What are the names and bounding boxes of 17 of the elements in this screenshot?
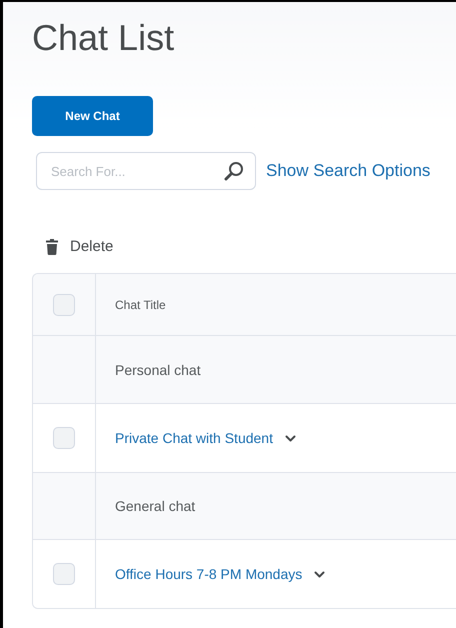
column-header: Chat Title <box>115 298 166 312</box>
show-search-options-link[interactable]: Show Search Options <box>266 161 430 181</box>
chevron-down-icon[interactable] <box>284 434 296 442</box>
search-field[interactable]: Search For... <box>36 152 256 190</box>
row-checkbox[interactable] <box>53 563 75 585</box>
delete-button[interactable]: Delete <box>46 238 114 255</box>
row-checkbox[interactable] <box>53 427 75 449</box>
chevron-down-icon[interactable] <box>314 570 326 578</box>
new-chat-button[interactable]: New Chat <box>32 96 153 136</box>
select-all-checkbox[interactable] <box>53 294 75 316</box>
page-title: Chat List <box>32 16 174 60</box>
chat-link[interactable]: Office Hours 7-8 PM Mondays <box>115 566 302 582</box>
group-title: Personal chat <box>115 362 201 378</box>
search-icon[interactable] <box>224 161 244 181</box>
group-title: General chat <box>115 498 196 514</box>
trash-icon <box>46 238 58 254</box>
chat-link[interactable]: Private Chat with Student <box>115 430 273 446</box>
